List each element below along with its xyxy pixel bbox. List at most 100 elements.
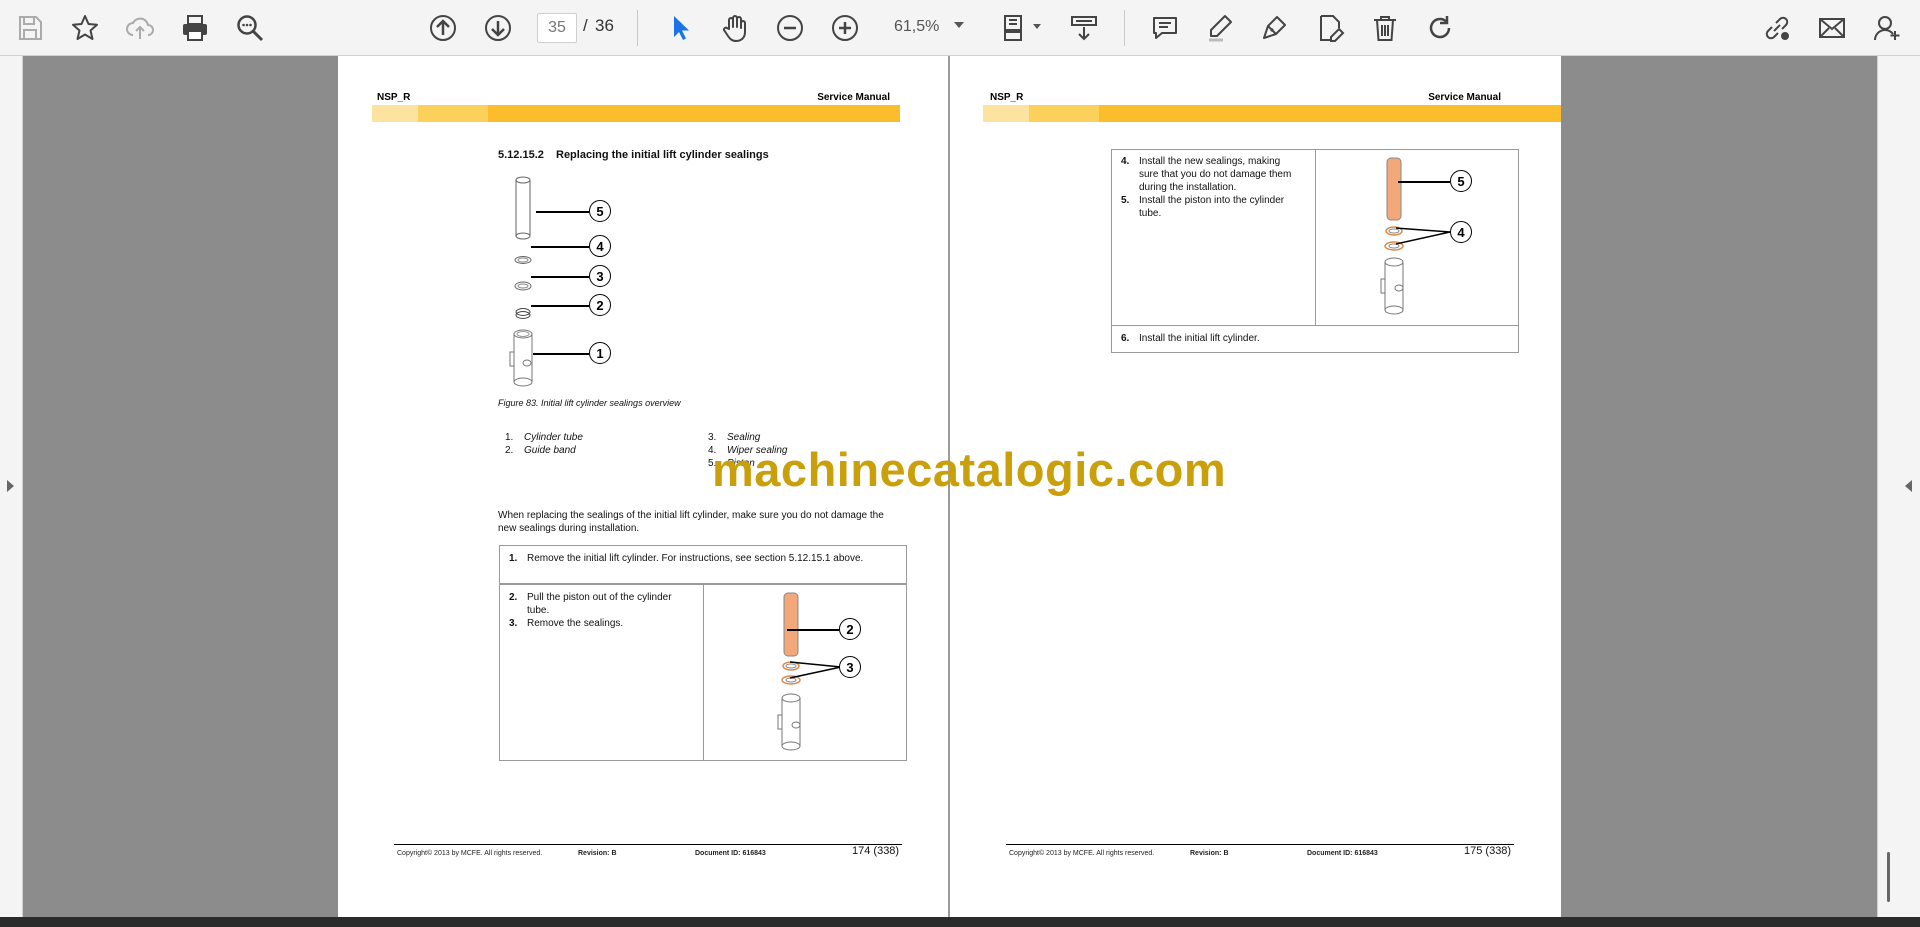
print-icon[interactable]: [175, 8, 215, 48]
callout-2: 2: [589, 294, 611, 316]
callout-leaders: [789, 661, 842, 679]
callout-leader: [787, 629, 839, 631]
expand-right-panel-icon[interactable]: [1905, 480, 1912, 492]
zoom-in-icon[interactable]: [825, 8, 865, 48]
rotate-icon[interactable]: [1420, 8, 1460, 48]
previous-page-icon[interactable]: [423, 8, 463, 48]
callout-leader: [1398, 181, 1450, 183]
step-text: Install the initial lift cylinder.: [1139, 333, 1260, 344]
step-number: 1.: [509, 553, 518, 564]
left-panel-toggle[interactable]: [0, 56, 23, 917]
step-text: Remove the sealings.: [527, 618, 624, 629]
header-band: [488, 105, 900, 122]
footer-page-number: 175 (338): [1464, 845, 1512, 857]
current-page-input[interactable]: 35: [537, 13, 577, 43]
expand-left-panel-icon[interactable]: [7, 480, 14, 492]
step-number: 4.: [1121, 156, 1130, 167]
select-cursor-icon[interactable]: [660, 8, 700, 48]
step-text: Pull the piston out of the cylinder: [527, 592, 672, 603]
header-band: [418, 105, 488, 122]
callout-1: 1: [589, 342, 611, 364]
scroll-mode-icon[interactable]: [1064, 8, 1104, 48]
page-fit-dropdown-chevron-icon[interactable]: [1033, 24, 1041, 29]
step-text: tube.: [527, 605, 550, 616]
callout-3: 3: [839, 656, 861, 678]
section-title: Replacing the initial lift cylinder seal…: [556, 149, 769, 161]
footer-revision: Revision: B: [578, 850, 617, 857]
footer-revision: Revision: B: [1190, 850, 1229, 857]
callout-leader: [531, 276, 589, 278]
next-page-icon[interactable]: [478, 8, 518, 48]
header-band: [983, 105, 1029, 122]
step-text: sure that you do not damage them: [1139, 169, 1292, 180]
legend-label: Cylinder tube: [524, 432, 583, 443]
step-text: Install the piston into the cylinder: [1139, 195, 1285, 206]
intro-text: When replacing the sealings of the initi…: [498, 510, 884, 521]
step-number: 6.: [1121, 333, 1130, 344]
footer-page-number: 174 (338): [852, 845, 900, 857]
add-user-icon[interactable]: [1867, 8, 1907, 48]
step-row: 4. Install the new sealings, making sure…: [1111, 149, 1316, 326]
callout-5: 5: [589, 200, 611, 222]
legend-number: 1.: [505, 432, 514, 443]
watermark-text: machinecatalogic.com: [712, 443, 1227, 496]
bookmark-star-icon[interactable]: [65, 8, 105, 48]
step-row: 1. Remove the initial lift cylinder. For…: [499, 545, 907, 584]
legend-number: 2.: [505, 445, 514, 456]
save-icon[interactable]: [10, 8, 50, 48]
step-row: 2. Pull the piston out of the cylinder t…: [499, 584, 704, 761]
comment-icon[interactable]: [1145, 8, 1185, 48]
callout-leaders: [1395, 227, 1451, 245]
step-text: Remove the initial lift cylinder. For in…: [527, 553, 864, 564]
highlight-pen-icon[interactable]: [1200, 8, 1240, 48]
footer-copyright: Copyright© 2013 by MCFE. All rights rese…: [397, 850, 543, 857]
callout-leader: [536, 211, 589, 213]
step-row: 6. Install the initial lift cylinder.: [1111, 325, 1519, 353]
page-header-left: NSP_R: [377, 92, 411, 103]
callout-leader: [531, 305, 589, 307]
intro-text: new sealings during installation.: [498, 523, 640, 534]
hand-tool-icon[interactable]: [715, 8, 755, 48]
fill-sign-icon[interactable]: [1310, 8, 1350, 48]
footer-rule: [394, 844, 902, 845]
share-link-icon[interactable]: [1757, 8, 1797, 48]
email-icon[interactable]: [1812, 8, 1852, 48]
total-pages: 36: [595, 16, 614, 35]
step-text: Install the new sealings, making: [1139, 156, 1281, 167]
callout-3: 3: [589, 265, 611, 287]
callout-2: 2: [839, 618, 861, 640]
vertical-scrollbar[interactable]: [1887, 852, 1890, 902]
footer-document-id: Document ID: 616843: [695, 850, 766, 857]
cloud-upload-icon[interactable]: [120, 8, 160, 48]
callout-4: 4: [589, 235, 611, 257]
figure-caption: Figure 83. Initial lift cylinder sealing…: [498, 398, 681, 408]
page-separator: /: [583, 16, 588, 35]
sign-icon[interactable]: [1255, 8, 1295, 48]
taskbar-strip: [0, 917, 1920, 927]
footer-copyright: Copyright© 2013 by MCFE. All rights rese…: [1009, 850, 1155, 857]
toolbar-divider: [1124, 10, 1125, 46]
zoom-dropdown-chevron-icon[interactable]: [954, 22, 964, 28]
footer-document-id: Document ID: 616843: [1307, 850, 1378, 857]
legend-label: Guide band: [524, 445, 576, 456]
main-toolbar: 35 / 36 61,5%: [0, 0, 1920, 56]
page-fit-icon[interactable]: [995, 8, 1035, 48]
step-number: 5.: [1121, 195, 1130, 206]
header-band: [1029, 105, 1099, 122]
page-header-right: Service Manual: [817, 92, 890, 103]
step-number: 2.: [509, 592, 518, 603]
page-header-left: NSP_R: [990, 92, 1024, 103]
delete-icon[interactable]: [1365, 8, 1405, 48]
header-band: [372, 105, 418, 122]
section-number: 5.12.15.2: [498, 149, 544, 161]
step-number: 3.: [509, 618, 518, 629]
callout-leader: [531, 246, 589, 248]
step-text: tube.: [1139, 208, 1162, 219]
step-text: during the installation.: [1139, 182, 1237, 193]
callout-leader: [533, 353, 589, 355]
zoom-search-icon[interactable]: [230, 8, 270, 48]
zoom-out-icon[interactable]: [770, 8, 810, 48]
right-panel-toggle[interactable]: [1877, 56, 1920, 917]
header-band: [1099, 105, 1561, 122]
footer-rule: [1006, 844, 1514, 845]
